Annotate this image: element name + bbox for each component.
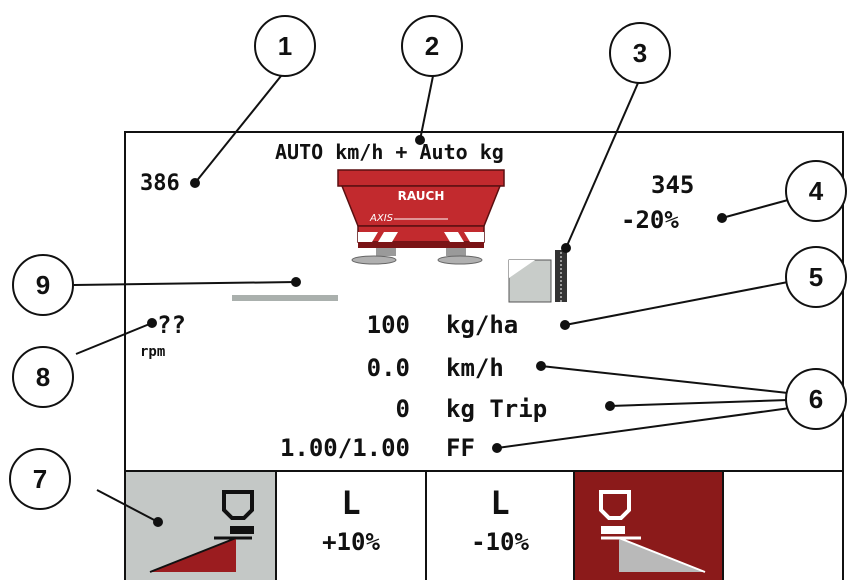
callout-8: 8 [12,346,74,408]
callout-2: 2 [401,15,463,77]
callout-1: 1 [254,15,316,77]
callout-7: 7 [9,448,71,510]
callout-5: 5 [785,246,847,308]
callout-6: 6 [785,368,847,430]
callout-3: 3 [609,22,671,84]
callout-4: 4 [785,160,847,222]
callout-9: 9 [12,254,74,316]
callout-leader-lines [73,75,791,527]
